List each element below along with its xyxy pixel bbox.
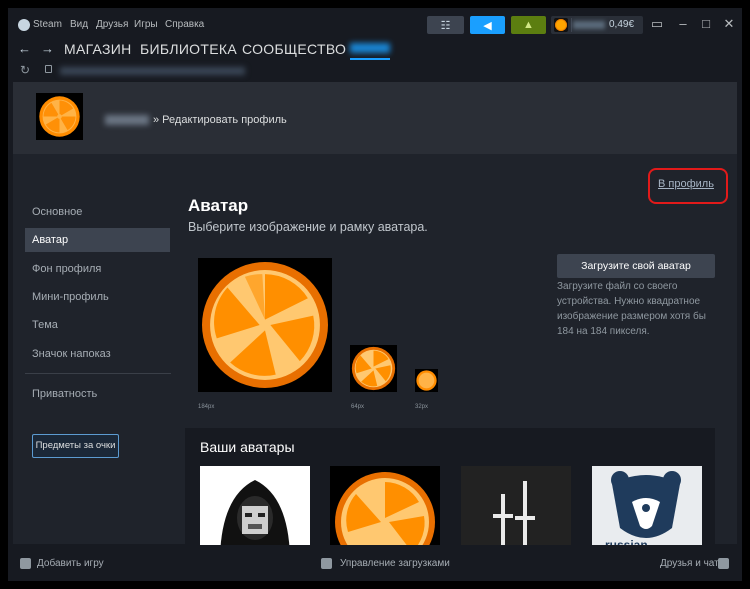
notifications-button[interactable]: ▲ <box>511 16 546 34</box>
account-separator <box>571 18 572 32</box>
crosses-image <box>461 466 571 556</box>
friends-chat-button[interactable]: Друзья и чат <box>660 558 719 569</box>
breadcrumb: » Редактировать профиль <box>153 114 287 126</box>
nav-library[interactable]: БИБЛИОТЕКА <box>140 41 237 57</box>
sidebar-item-theme[interactable]: Тема <box>25 313 170 337</box>
avatar-preview-small <box>415 369 438 392</box>
sidebar-item-mini-profile[interactable]: Мини-профиль <box>25 285 170 309</box>
sidebar-item-general[interactable]: Основное <box>25 200 170 224</box>
sidebar-divider <box>25 373 171 374</box>
account-avatar <box>554 18 568 32</box>
add-game-icon[interactable] <box>20 558 31 569</box>
monitor-icon[interactable]: ▭ <box>649 16 665 32</box>
orange-avatar-image <box>330 466 440 556</box>
size-label-184: 184px <box>198 404 215 410</box>
profile-avatar[interactable] <box>36 93 83 140</box>
wallet-balance: 0,49€ <box>609 19 635 30</box>
menu-help[interactable]: Справка <box>165 19 204 30</box>
avatar-option-crosses[interactable] <box>461 466 571 556</box>
profile-name-blurred[interactable] <box>105 115 149 125</box>
menu-view[interactable]: Вид <box>70 19 88 30</box>
minimize-icon[interactable]: – <box>675 16 691 32</box>
downloads-icon[interactable] <box>321 558 332 569</box>
account-menu[interactable]: 0,49€ <box>551 16 643 34</box>
sidebar-item-background[interactable]: Фон профиля <box>25 257 170 281</box>
sidebar-item-featured-badge[interactable]: Значок напоказ <box>25 342 170 366</box>
reload-icon[interactable]: ↻ <box>20 63 30 77</box>
account-name-blurred <box>573 21 605 29</box>
url-blurred[interactable] <box>60 67 245 75</box>
chat-icon[interactable] <box>718 558 729 569</box>
avatar-preview-large <box>198 258 332 392</box>
avatar-preview-medium <box>350 345 397 392</box>
page-subtitle: Выберите изображение и рамку аватара. <box>188 220 428 234</box>
size-label-64: 64px <box>351 404 365 410</box>
nav-store[interactable]: МАГАЗИН <box>64 41 132 57</box>
profile-header: » Редактировать профиль <box>13 82 737 154</box>
manage-downloads-button[interactable]: Управление загрузками <box>340 558 450 569</box>
lock-icon <box>45 65 52 73</box>
avatar-option-hood[interactable] <box>200 466 310 556</box>
steam-logo-icon[interactable] <box>18 19 30 31</box>
menu-friends[interactable]: Друзья <box>96 19 128 30</box>
hooded-figure-image <box>200 466 310 556</box>
sidebar-item-privacy[interactable]: Приватность <box>25 382 170 406</box>
big-picture-button[interactable]: ☷ <box>427 16 464 34</box>
nav-username-blurred[interactable] <box>350 43 390 53</box>
main-navigation: ← → МАГАЗИН БИБЛИОТЕКА СООБЩЕСТВО <box>8 38 742 62</box>
highlight-annotation <box>648 168 728 204</box>
size-label-32: 32px <box>415 404 429 410</box>
maximize-icon[interactable]: □ <box>698 16 714 32</box>
announcements-button[interactable]: ◀ <box>470 16 505 34</box>
menu-steam[interactable]: Steam <box>33 19 62 30</box>
close-icon[interactable]: ✕ <box>721 16 737 32</box>
avatar-option-bear[interactable]: russian <box>592 466 702 556</box>
sidebar-item-avatar[interactable]: Аватар <box>25 228 170 252</box>
arrow-right-icon[interactable]: → <box>41 41 54 56</box>
bell-icon: ▲ <box>523 19 534 31</box>
points-shop-button[interactable]: Предметы за очки <box>32 434 119 458</box>
orange-avatar-image <box>36 93 83 140</box>
page-title: Аватар <box>188 196 249 215</box>
bottom-bar: Добавить игру Управление загрузками Друз… <box>8 545 742 581</box>
your-avatars-section: Ваши аватары <box>185 428 715 556</box>
upload-description: Загрузите файл со своего устройства. Нуж… <box>557 281 706 337</box>
add-game-button[interactable]: Добавить игру <box>37 558 104 569</box>
steam-window: Steam Вид Друзья Игры Справка ☷ ◀ ▲ 0,49… <box>8 8 742 581</box>
your-avatars-title: Ваши аватары <box>200 439 295 455</box>
edit-profile-page: Основное Аватар Фон профиля Мини-профиль… <box>13 154 737 556</box>
arrow-left-icon[interactable]: ← <box>18 41 31 56</box>
active-tab-underline <box>350 58 390 60</box>
menu-games[interactable]: Игры <box>134 19 158 30</box>
people-icon: ☷ <box>440 19 451 32</box>
nav-community[interactable]: СООБЩЕСТВО <box>242 41 346 57</box>
upload-avatar-button[interactable]: Загрузите свой аватар <box>557 254 715 278</box>
url-bar: ↻ <box>8 62 742 80</box>
orange-avatar-image <box>198 258 332 392</box>
orange-avatar-image <box>350 345 397 392</box>
orange-avatar-image <box>415 369 438 392</box>
avatar-option-orange[interactable] <box>330 466 440 556</box>
title-bar: Steam Вид Друзья Игры Справка ☷ ◀ ▲ 0,49… <box>8 8 742 42</box>
megaphone-icon: ◀ <box>483 19 492 32</box>
